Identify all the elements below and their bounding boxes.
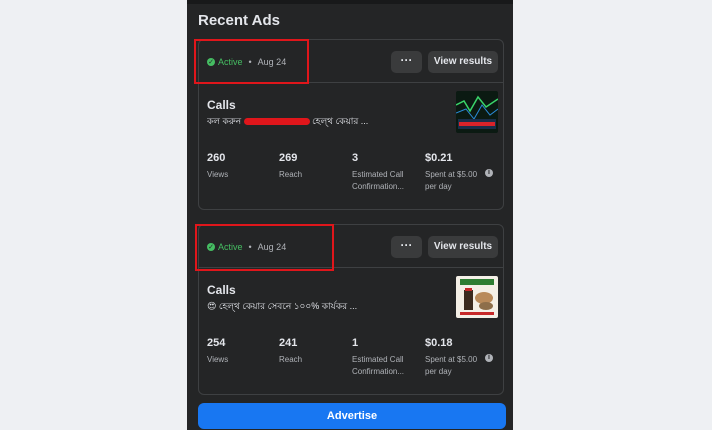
reach-label: Reach: [279, 355, 303, 364]
views-count: 254: [207, 337, 226, 349]
more-options-button[interactable]: ···: [391, 51, 422, 73]
annotation-highlight-box: [195, 224, 334, 271]
ad-text-prefix: 😍: [207, 301, 217, 311]
ad-title: Calls: [207, 283, 236, 297]
spend-rate-label: Spent at $5.00 per day: [425, 355, 478, 376]
ad-thumbnail[interactable]: [456, 276, 498, 318]
panel-top-border: [187, 0, 513, 4]
ad-title: Calls: [207, 98, 236, 112]
call-confirmations-label: Estimated Call Confirmation...: [352, 170, 405, 191]
views-label: Views: [207, 355, 229, 364]
ad-thumbnail-image: [456, 91, 498, 133]
advertise-button[interactable]: Advertise: [198, 403, 506, 429]
ad-text: 😍 হেল্থ কেয়ার সেবনে ১০০% কার্যকর ...: [207, 299, 447, 314]
ad-text: কল করুন হেল্থ কেয়ার ...: [207, 114, 447, 129]
info-icon[interactable]: i: [485, 169, 493, 177]
views-count: 260: [207, 152, 226, 164]
annotation-highlight-box: [194, 39, 309, 84]
ad-text-prefix: কল করুন: [207, 116, 244, 126]
reach-label: Reach: [279, 170, 303, 179]
reach-count: 269: [279, 152, 298, 164]
ad-thumbnail-image: [456, 276, 498, 318]
ad-text-suffix: হেল্থ কেয়ার ...: [309, 116, 369, 126]
ad-thumbnail[interactable]: [456, 91, 498, 133]
spend-rate-label: Spent at $5.00 per day: [425, 170, 478, 191]
amount-spent: $0.18: [425, 337, 453, 349]
view-results-button[interactable]: View results: [428, 236, 498, 258]
call-confirmations-count: 3: [352, 152, 359, 164]
info-icon[interactable]: i: [485, 354, 493, 362]
ad-text-suffix: হেল্থ কেয়ার সেবনে ১০০% কার্যকর ...: [216, 301, 358, 311]
panel-title: Recent Ads: [198, 12, 280, 29]
view-results-button[interactable]: View results: [428, 51, 498, 73]
amount-spent: $0.21: [425, 152, 453, 164]
views-label: Views: [207, 170, 229, 179]
more-options-button[interactable]: ···: [391, 236, 422, 258]
redacted-phone-scribble: [243, 118, 310, 126]
call-confirmations-count: 1: [352, 337, 359, 349]
reach-count: 241: [279, 337, 298, 349]
call-confirmations-label: Estimated Call Confirmation...: [352, 355, 405, 376]
